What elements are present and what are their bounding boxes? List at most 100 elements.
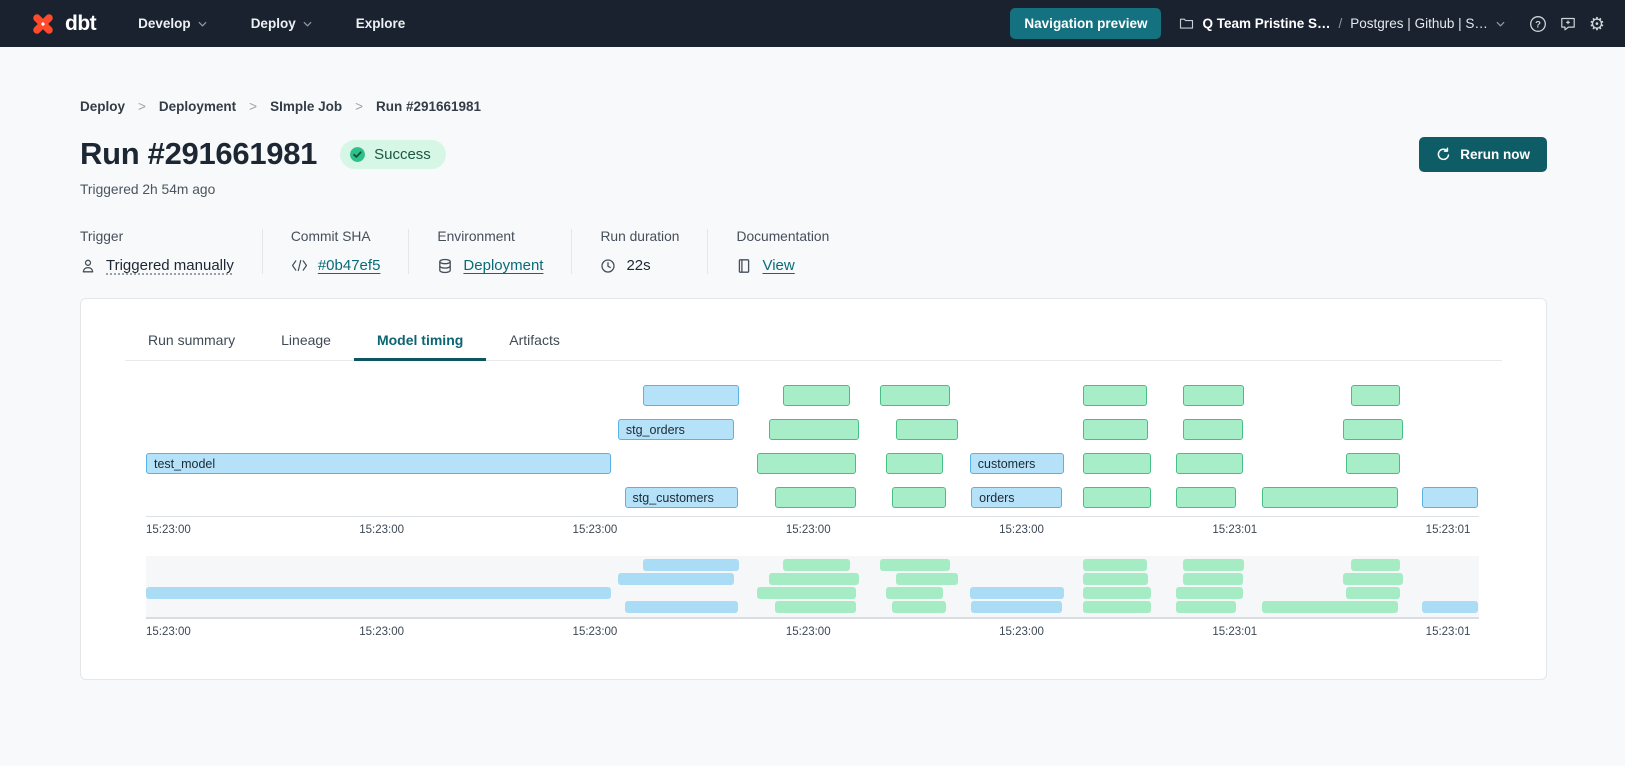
minimap-bar-test [1262, 601, 1398, 613]
gantt-bar-test[interactable] [1183, 385, 1244, 406]
gantt-bar-test[interactable] [757, 453, 857, 474]
minimap-bar-test [1083, 573, 1148, 585]
minimap-bar-test [1346, 587, 1401, 599]
account-name: Q Team Pristine S… [1202, 16, 1330, 31]
refresh-icon [1436, 147, 1451, 162]
gantt-bar-test[interactable] [783, 385, 850, 406]
gantt-row-2: stg_orders [146, 419, 1479, 440]
gantt-bar-model[interactable] [643, 385, 739, 406]
feedback-icon[interactable] [1560, 16, 1576, 32]
settings-gear-icon[interactable]: ⚙ [1589, 15, 1605, 33]
gantt-bar-test[interactable] [886, 453, 943, 474]
axis-tick-label: 15:23:00 [359, 524, 404, 536]
axis-tick-label: 15:23:00 [786, 524, 831, 536]
minimap-row-1 [146, 559, 1479, 571]
meta-col-documentation: DocumentationView [707, 229, 857, 274]
success-check-icon [349, 146, 366, 163]
code-icon [291, 259, 308, 272]
time-axis-main: 15:23:0015:23:0015:23:0015:23:0015:23:00… [146, 516, 1479, 542]
run-detail-card: Run summaryLineageModel timingArtifacts … [80, 298, 1547, 680]
meta-value-text[interactable]: Deployment [463, 257, 543, 274]
axis-tick-label: 15:23:00 [999, 626, 1044, 638]
breadcrumb-item[interactable]: Deployment [159, 99, 236, 114]
gantt-row-1 [146, 385, 1479, 406]
tab-lineage[interactable]: Lineage [258, 323, 354, 360]
axis-tick-label: 15:23:00 [786, 626, 831, 638]
meta-col-trigger: TriggerTriggered manually [80, 229, 262, 274]
axis-tick-label: 15:23:00 [573, 626, 618, 638]
chevron-down-icon [198, 21, 207, 27]
gantt-bar-test[interactable] [769, 419, 860, 440]
gantt-bar-customers[interactable]: customers [970, 453, 1065, 474]
gantt-bar-stg_orders[interactable]: stg_orders [618, 419, 734, 440]
minimap-bar-model [146, 587, 611, 599]
gantt-bar-test[interactable] [1343, 419, 1403, 440]
dbt-logo[interactable]: dbt [30, 11, 96, 37]
model-timing-chart: stg_orders test_model customers stg_custome… [146, 385, 1479, 645]
meta-value-text: Triggered manually [106, 257, 234, 274]
gantt-bar-test[interactable] [1083, 385, 1147, 406]
tab-model-timing[interactable]: Model timing [354, 323, 486, 360]
gantt-bar-test[interactable] [1346, 453, 1401, 474]
run-detail-page: Deploy>Deployment>SImple Job>Run #291661… [0, 99, 1625, 680]
tab-artifacts[interactable]: Artifacts [486, 323, 583, 360]
minimap-bar-model [970, 587, 1065, 599]
chevron-down-icon [303, 21, 312, 27]
minimap-bar-test [1176, 587, 1243, 599]
gantt-bar-test[interactable] [775, 487, 856, 508]
gantt-bar-test[interactable] [1176, 487, 1236, 508]
breadcrumb-separator: > [249, 99, 257, 114]
axis-tick-label: 15:23:00 [999, 524, 1044, 536]
gantt-bar-test[interactable] [1083, 487, 1151, 508]
doc-icon [736, 258, 752, 274]
minimap-bar-model [971, 601, 1062, 613]
minimap-bar-model [618, 573, 734, 585]
help-icon[interactable]: ? [1529, 15, 1547, 33]
meta-col-environment: EnvironmentDeployment [408, 229, 571, 274]
gantt-bar-test[interactable] [1083, 453, 1151, 474]
gantt-bar-stg_customers[interactable]: stg_customers [625, 487, 738, 508]
minimap-bar-test [892, 601, 945, 613]
breadcrumb-item[interactable]: SImple Job [270, 99, 342, 114]
menu-item-develop[interactable]: Develop [138, 16, 207, 31]
meta-value-text[interactable]: #0b47ef5 [318, 257, 381, 274]
menu-item-label: Explore [356, 16, 406, 31]
gantt-bar-test[interactable] [1083, 419, 1148, 440]
status-badge: Success [340, 140, 446, 169]
minimap-bar-test [1183, 573, 1243, 585]
minimap-bar-test [886, 587, 943, 599]
meta-value-text[interactable]: View [762, 257, 794, 274]
timeline-minimap[interactable] [146, 556, 1479, 619]
gantt-bar-model[interactable] [1422, 487, 1478, 508]
gantt-bar-orders[interactable]: orders [971, 487, 1062, 508]
navigation-preview-button[interactable]: Navigation preview [1010, 8, 1161, 39]
gantt-bar-test[interactable] [1176, 453, 1243, 474]
minimap-bar-test [880, 559, 949, 571]
gantt-bar-test_model[interactable]: test_model [146, 453, 611, 474]
folder-icon [1179, 16, 1194, 31]
gantt-bar-test[interactable] [1351, 385, 1400, 406]
breadcrumb-item[interactable]: Deploy [80, 99, 125, 114]
svg-text:?: ? [1535, 19, 1541, 30]
tab-run-summary[interactable]: Run summary [125, 323, 258, 360]
rerun-now-button[interactable]: Rerun now [1419, 137, 1547, 172]
top-navbar: dbt Develop Deploy Explore Navigation prev… [0, 0, 1625, 47]
minimap-row-2 [146, 573, 1479, 585]
gantt-bar-test[interactable] [1183, 419, 1243, 440]
gantt-bar-test[interactable] [892, 487, 945, 508]
axis-tick-label: 15:23:01 [1212, 524, 1257, 536]
rerun-now-label: Rerun now [1460, 147, 1530, 162]
gantt-bar-test[interactable] [896, 419, 957, 440]
project-switcher[interactable]: Q Team Pristine S… / Postgres | Github |… [1179, 16, 1504, 31]
minimap-bar-test [783, 559, 850, 571]
minimap-bar-test [757, 587, 857, 599]
minimap-bar-model [643, 559, 739, 571]
breadcrumb-separator: > [355, 99, 363, 114]
axis-tick-label: 15:23:01 [1212, 626, 1257, 638]
gantt-bar-test[interactable] [1262, 487, 1398, 508]
account-project-separator: / [1339, 16, 1343, 31]
menu-item-deploy[interactable]: Deploy [251, 16, 312, 31]
menu-item-explore[interactable]: Explore [356, 16, 406, 31]
axis-tick-label: 15:23:00 [146, 626, 191, 638]
gantt-bar-test[interactable] [880, 385, 949, 406]
